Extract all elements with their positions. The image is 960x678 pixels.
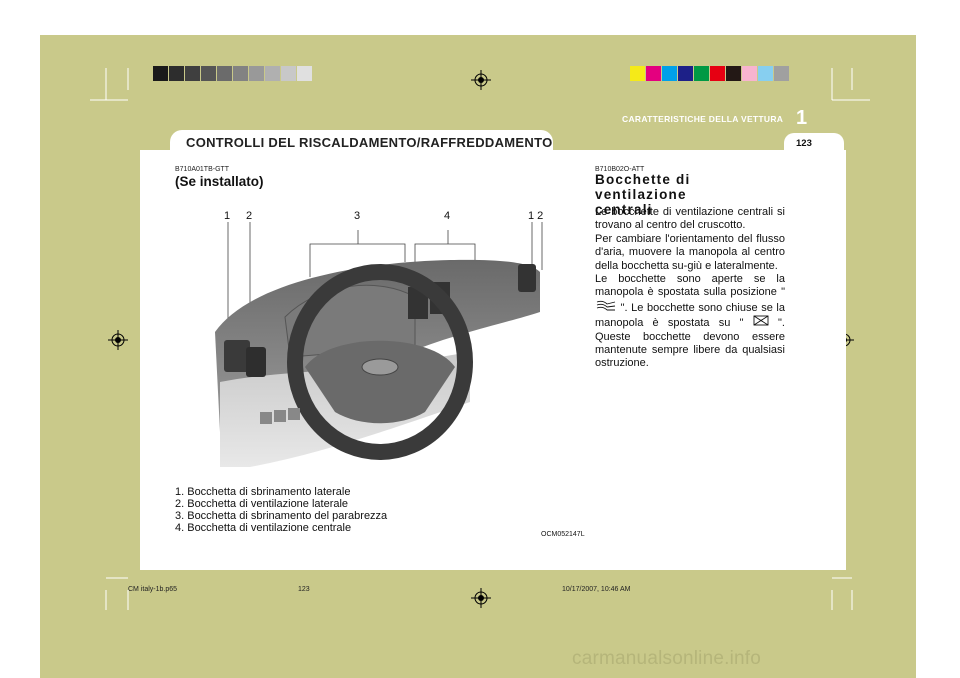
- dashboard-illustration: [215, 222, 543, 467]
- callout-4: 4: [444, 210, 451, 222]
- color-swatch: [185, 66, 200, 81]
- legend-item: 1. Bocchetta di sbrinamento laterale: [175, 486, 351, 498]
- page-number: 123: [796, 138, 812, 149]
- paragraph-line: Le bocchette sono aperte se la manopola …: [595, 273, 785, 371]
- color-swatch: [694, 66, 709, 81]
- color-swatch: [233, 66, 248, 81]
- footer-page: 123: [298, 586, 310, 593]
- section-label: CARATTERISTICHE DELLA VETTURA: [622, 114, 784, 124]
- paragraph-line: Le bocchette di ventilazione centrali si…: [595, 206, 785, 232]
- left-section-code: B710A01TB-GTT: [175, 166, 230, 173]
- paragraph-text: Le bocchette sono aperte se la manopola …: [595, 273, 785, 299]
- color-swatch: [201, 66, 216, 81]
- color-swatch: [710, 66, 725, 81]
- callout-1: 1: [224, 210, 231, 222]
- process-color-bar: [630, 66, 790, 82]
- registration-mark-icon: [108, 330, 128, 350]
- color-swatch: [217, 66, 232, 81]
- left-heading: (Se installato): [175, 174, 264, 189]
- legend-item: 2. Bocchetta di ventilazione laterale: [175, 498, 349, 510]
- color-swatch: [742, 66, 757, 81]
- callout-3: 3: [354, 210, 361, 222]
- color-swatch: [169, 66, 184, 81]
- paragraph-line: Per cambiare l'orientamento del flusso d…: [595, 232, 785, 272]
- color-swatch: [662, 66, 677, 81]
- vent-closed-icon: [753, 315, 769, 326]
- color-swatch: [678, 66, 693, 81]
- body-paragraph: Le bocchette di ventilazione centrali si…: [595, 206, 785, 371]
- callout-2: 2: [246, 210, 253, 222]
- right-heading-line1: Bocchette di ventilazione: [595, 172, 691, 202]
- color-swatch: [630, 66, 645, 81]
- color-swatch: [774, 66, 789, 81]
- watermark: carmanualsonline.info: [572, 648, 762, 669]
- color-swatch: [153, 66, 168, 81]
- image-code: OCM052147L: [541, 531, 585, 538]
- grayscale-bar: [153, 66, 313, 82]
- footer-timestamp: 10/17/2007, 10:46 AM: [562, 586, 631, 593]
- color-swatch: [297, 66, 312, 81]
- callout-1-2-right: 1 2: [528, 210, 544, 222]
- legend-item: 4. Bocchetta di ventilazione centrale: [175, 522, 352, 534]
- registration-mark-icon: [471, 70, 491, 90]
- color-swatch: [646, 66, 661, 81]
- color-swatch: [758, 66, 773, 81]
- legend-item: 3. Bocchetta di sbrinamento del parabrez…: [175, 510, 388, 522]
- color-swatch: [726, 66, 741, 81]
- footer-filename: CM italy-1b.p65: [128, 586, 178, 593]
- color-swatch: [281, 66, 296, 81]
- chapter-number: 1: [796, 107, 808, 129]
- registration-mark-icon: [471, 588, 491, 608]
- figure-legend: 1. Bocchetta di sbrinamento laterale 2. …: [175, 486, 387, 534]
- color-swatch: [265, 66, 280, 81]
- vent-open-icon: [596, 300, 616, 311]
- page-title: CONTROLLI DEL RISCALDAMENTO/RAFFREDDAMEN…: [186, 135, 553, 150]
- color-swatch: [249, 66, 264, 81]
